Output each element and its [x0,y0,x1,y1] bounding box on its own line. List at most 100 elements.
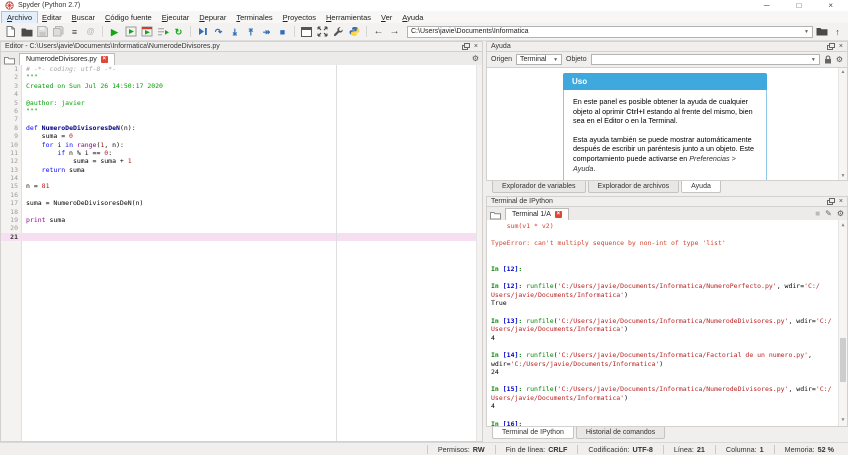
debug-continue-icon[interactable]: ↠ [259,25,274,39]
working-directory-combo[interactable]: C:\Users\javie\Documents\Informatica ▼ [407,25,813,38]
run-cell-icon[interactable] [123,25,138,39]
console-line: 24 [491,368,499,377]
save-all-icon[interactable] [51,25,66,39]
rerun-icon[interactable]: ↻ [171,25,186,39]
code-line[interactable]: 17 suma = NumeroDeDivisoresDeN(n) [1,199,482,207]
maximize-button[interactable]: □ [796,1,801,10]
undock-pane-icon[interactable] [461,43,470,50]
maximize-pane-icon[interactable] [299,25,314,39]
menu-item-terminales[interactable]: Terminales [231,12,277,23]
code-line[interactable]: 3 Created on Sun Jul 26 14:50:17 2020 [1,82,482,90]
step-over-icon[interactable]: ↷ [211,25,226,39]
browse-tabs-icon[interactable] [490,211,501,220]
menu-item-ayuda[interactable]: Ayuda [397,12,428,23]
close-button[interactable]: × [828,1,833,10]
debug-stop-icon[interactable]: ■ [275,25,290,39]
code-line[interactable]: 7 [1,115,482,123]
run-cell-advance-icon[interactable] [139,25,154,39]
code-line[interactable]: 6 """ [1,107,482,115]
pythonpath-icon[interactable] [347,25,362,39]
save-icon[interactable] [35,25,50,39]
new-file-icon[interactable] [3,25,18,39]
code-line[interactable]: 12 suma = suma + 1 [1,157,482,165]
minimize-button[interactable]: ─ [764,1,770,10]
editor-scrollbar[interactable] [476,65,482,441]
close-tab-icon[interactable]: × [554,211,562,218]
tab-explorador-de-archivos[interactable]: Explorador de archivos [587,181,680,193]
tab-ayuda[interactable]: Ayuda [681,181,721,193]
editor-options-gear-icon[interactable]: ⚙ [472,54,479,63]
code-line[interactable]: 18 [1,208,482,216]
code-line[interactable]: 11 if n % i == 0: [1,149,482,157]
terminal-tab[interactable]: Terminal 1/A × [505,208,569,220]
code-line[interactable]: 9 suma = 0 [1,132,482,140]
menu-item-editar[interactable]: Editar [37,12,67,23]
back-icon[interactable]: ← [371,25,386,39]
preferences-wrench-icon[interactable] [331,25,346,39]
menu-item-buscar[interactable]: Buscar [67,12,100,23]
close-pane-icon[interactable]: × [839,43,843,50]
tab-historial-de-comandos[interactable]: Historial de comandos [575,427,666,439]
code-line[interactable]: 4 [1,90,482,98]
chevron-down-icon[interactable]: ▼ [804,29,809,35]
code-line[interactable]: 8 def NumeroDeDivisoresDeN(n): [1,124,482,132]
undock-pane-icon[interactable] [826,198,835,205]
browse-tabs-icon[interactable] [4,56,15,65]
undock-pane-icon[interactable] [826,43,835,50]
run-selection-icon[interactable] [155,25,170,39]
terminal-options-gear-icon[interactable]: ⚙ [837,209,844,218]
code-line[interactable]: 19 print suma [1,216,482,224]
ipython-console[interactable]: ▲ ▼ sum(v1 * v2) TypeError: can't multiply… [486,220,848,427]
parent-directory-icon[interactable]: ↑ [830,25,845,39]
fullscreen-icon[interactable] [315,25,330,39]
code-line[interactable]: 16 [1,191,482,199]
close-tab-icon[interactable]: × [100,56,108,63]
code-line[interactable]: 21 [1,232,482,242]
code-line[interactable]: 15 n = 81 [1,182,482,190]
code-line[interactable]: 1 # -*- coding: utf-8 -*- [1,65,482,73]
line-number: 10 [10,140,18,149]
menu-item-código-fuente[interactable]: Código fuente [100,12,157,23]
spyder-logo-icon [5,1,14,10]
help-options-gear-icon[interactable]: ⚙ [836,55,843,64]
menu-item-herramientas[interactable]: Herramientas [321,12,376,23]
help-scrollbar[interactable]: ▲ ▼ [838,68,847,180]
code-editor[interactable]: 1 # -*- coding: utf-8 -*- 2 """ 3 Created on … [0,65,483,442]
menu-item-depurar[interactable]: Depurar [194,12,231,23]
menu-item-proyectos[interactable]: Proyectos [278,12,321,23]
source-dropdown[interactable]: Terminal ▼ [516,54,563,65]
menu-item-archivo[interactable]: Archivo [0,10,39,24]
console-line: In [15]: runfile('C:/Users/javie/Documen… [491,385,832,394]
step-return-icon[interactable]: ⇤ [243,25,258,39]
tab-terminal-de-ipython[interactable]: Terminal de IPython [492,427,574,439]
close-pane-icon[interactable]: × [474,43,478,50]
forward-icon[interactable]: → [387,25,402,39]
menu-item-ejecutar[interactable]: Ejecutar [157,12,195,23]
console-scrollbar-thumb[interactable] [840,338,846,382]
browse-directory-icon[interactable] [814,25,829,39]
run-icon[interactable]: ▶ [107,25,122,39]
object-combo[interactable]: ▼ [590,54,820,65]
console-scrollbar[interactable]: ▲ ▼ [838,220,847,426]
symbol-finder-icon[interactable]: @ [83,25,98,39]
code-line[interactable]: 2 """ [1,73,482,81]
code-line[interactable]: 20 [1,224,482,232]
clear-console-icon[interactable]: ✎ [825,209,832,218]
line-number: 16 [10,190,18,199]
editor-tab-bar: NumerodeDivisores.py × ⚙ [0,52,483,65]
code-line[interactable]: 10 for i in range(1, n): [1,141,482,149]
code-line[interactable]: 13 return suma [1,166,482,174]
debug-file-icon[interactable] [195,25,210,39]
step-into-icon[interactable]: ⇥ [227,25,242,39]
code-line[interactable]: 5 @author: javier [1,99,482,107]
code-line[interactable]: 14 [1,174,482,182]
file-switcher-icon[interactable]: ≡ [67,25,82,39]
lock-icon[interactable] [824,55,832,64]
editor-tab[interactable]: NumerodeDivisores.py × [19,53,115,65]
close-pane-icon[interactable]: × [839,198,843,205]
menu-item-ver[interactable]: Ver [376,12,397,23]
tab-explorador-de-variables[interactable]: Explorador de variables [492,181,586,193]
interrupt-kernel-icon[interactable]: ■ [815,209,820,218]
open-file-icon[interactable] [19,25,34,39]
